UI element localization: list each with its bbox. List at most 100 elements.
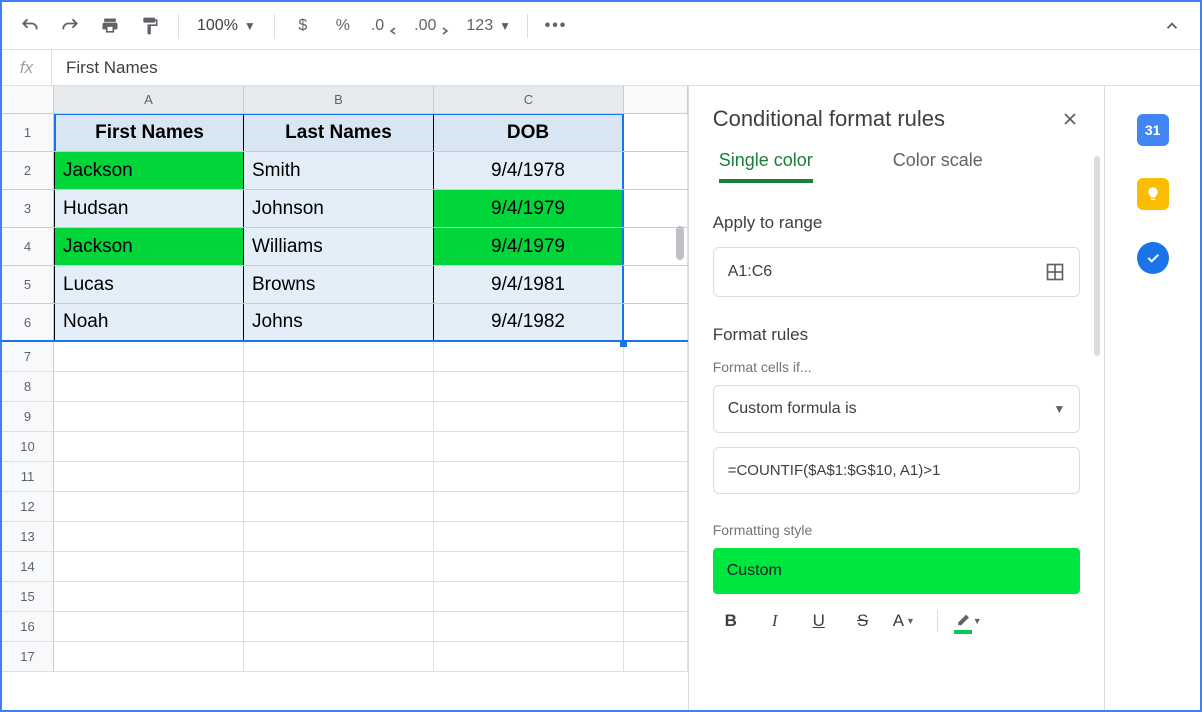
empty-cell[interactable]	[434, 432, 624, 461]
empty-cell[interactable]	[624, 522, 688, 551]
close-button[interactable]	[1060, 109, 1080, 129]
empty-cell[interactable]	[624, 582, 688, 611]
redo-button[interactable]	[52, 8, 88, 44]
empty-cell[interactable]	[244, 612, 434, 641]
empty-cell[interactable]	[54, 402, 244, 431]
cell-b6[interactable]: Johns	[244, 304, 434, 340]
empty-cell[interactable]	[244, 402, 434, 431]
empty-cell[interactable]	[244, 582, 434, 611]
empty-cell[interactable]	[54, 582, 244, 611]
cell-c2[interactable]: 9/4/1978	[434, 152, 624, 189]
row-header[interactable]: 5	[2, 266, 54, 303]
panel-scrollbar[interactable]	[1094, 156, 1100, 356]
currency-button[interactable]: $	[285, 8, 321, 44]
empty-cell[interactable]	[434, 492, 624, 521]
range-input[interactable]: A1:C6	[713, 247, 1081, 297]
empty-cell[interactable]	[434, 522, 624, 551]
row-header[interactable]: 8	[2, 372, 54, 401]
underline-button[interactable]: U	[805, 611, 833, 631]
cell-b2[interactable]: Smith	[244, 152, 434, 189]
increase-decimal-button[interactable]: .00	[408, 17, 456, 35]
empty-cell[interactable]	[54, 432, 244, 461]
cell-a2[interactable]: Jackson	[54, 152, 244, 189]
empty-cell[interactable]	[624, 304, 688, 340]
cell-b5[interactable]: Browns	[244, 266, 434, 303]
fill-color-button[interactable]: ▼	[954, 612, 982, 630]
empty-cell[interactable]	[54, 522, 244, 551]
grid-icon[interactable]	[1045, 262, 1065, 282]
empty-cell[interactable]	[624, 492, 688, 521]
row-header[interactable]: 14	[2, 552, 54, 581]
spreadsheet-grid[interactable]: A B C 1First NamesLast NamesDOB2JacksonS…	[2, 86, 688, 710]
empty-cell[interactable]	[54, 462, 244, 491]
empty-cell[interactable]	[624, 266, 688, 303]
row-header[interactable]: 6	[2, 304, 54, 340]
empty-cell[interactable]	[434, 612, 624, 641]
tab-single-color[interactable]: Single color	[719, 150, 813, 183]
formula-input[interactable]: First Names	[52, 58, 1200, 78]
empty-cell[interactable]	[434, 642, 624, 671]
row-header[interactable]: 7	[2, 342, 54, 371]
empty-cell[interactable]	[54, 342, 244, 371]
cell-b1[interactable]: Last Names	[244, 114, 434, 151]
tab-color-scale[interactable]: Color scale	[893, 150, 983, 183]
empty-cell[interactable]	[624, 190, 688, 227]
tasks-icon[interactable]	[1137, 242, 1169, 274]
row-header[interactable]: 17	[2, 642, 54, 671]
text-color-button[interactable]: A▼	[893, 611, 921, 631]
cell-c5[interactable]: 9/4/1981	[434, 266, 624, 303]
empty-cell[interactable]	[54, 492, 244, 521]
empty-cell[interactable]	[624, 432, 688, 461]
style-preview[interactable]: Custom	[713, 548, 1081, 594]
row-header[interactable]: 10	[2, 432, 54, 461]
selection-handle[interactable]	[620, 340, 627, 347]
empty-cell[interactable]	[624, 342, 688, 371]
collapse-toolbar-button[interactable]	[1154, 8, 1190, 44]
condition-select[interactable]: Custom formula is ▼	[713, 385, 1081, 433]
empty-cell[interactable]	[624, 114, 688, 151]
paint-format-button[interactable]	[132, 8, 168, 44]
empty-cell[interactable]	[624, 552, 688, 581]
number-format-button[interactable]: 123 ▼	[460, 17, 517, 35]
column-header-a[interactable]: A	[54, 86, 244, 113]
row-header[interactable]: 13	[2, 522, 54, 551]
empty-cell[interactable]	[244, 552, 434, 581]
cell-a3[interactable]: Hudsan	[54, 190, 244, 227]
zoom-selector[interactable]: 100% ▼	[189, 17, 264, 35]
column-header-c[interactable]: C	[434, 86, 624, 113]
row-header[interactable]: 2	[2, 152, 54, 189]
bold-button[interactable]: B	[717, 611, 745, 631]
cell-c6[interactable]: 9/4/1982	[434, 304, 624, 340]
cell-a4[interactable]: Jackson	[54, 228, 244, 265]
more-button[interactable]: •••	[538, 8, 574, 44]
row-header[interactable]: 1	[2, 114, 54, 151]
empty-cell[interactable]	[244, 342, 434, 371]
cell-c1[interactable]: DOB	[434, 114, 624, 151]
empty-cell[interactable]	[244, 522, 434, 551]
cell-c3[interactable]: 9/4/1979	[434, 190, 624, 227]
decrease-decimal-button[interactable]: .0	[365, 17, 404, 35]
empty-cell[interactable]	[624, 462, 688, 491]
strikethrough-button[interactable]: S	[849, 611, 877, 631]
row-header[interactable]: 16	[2, 612, 54, 641]
cell-a1[interactable]: First Names	[54, 114, 244, 151]
empty-cell[interactable]	[54, 552, 244, 581]
row-header[interactable]: 9	[2, 402, 54, 431]
empty-cell[interactable]	[434, 552, 624, 581]
row-header[interactable]: 11	[2, 462, 54, 491]
empty-cell[interactable]	[54, 372, 244, 401]
column-header-rest[interactable]	[624, 86, 688, 113]
column-header-b[interactable]: B	[244, 86, 434, 113]
row-header[interactable]: 4	[2, 228, 54, 265]
row-header[interactable]: 12	[2, 492, 54, 521]
formula-input[interactable]: =COUNTIF($A$1:$G$10, A1)>1	[713, 447, 1081, 494]
empty-cell[interactable]	[624, 642, 688, 671]
cell-a6[interactable]: Noah	[54, 304, 244, 340]
select-all-corner[interactable]	[2, 86, 54, 113]
empty-cell[interactable]	[244, 462, 434, 491]
cell-b4[interactable]: Williams	[244, 228, 434, 265]
empty-cell[interactable]	[434, 372, 624, 401]
empty-cell[interactable]	[624, 152, 688, 189]
empty-cell[interactable]	[244, 642, 434, 671]
empty-cell[interactable]	[54, 642, 244, 671]
